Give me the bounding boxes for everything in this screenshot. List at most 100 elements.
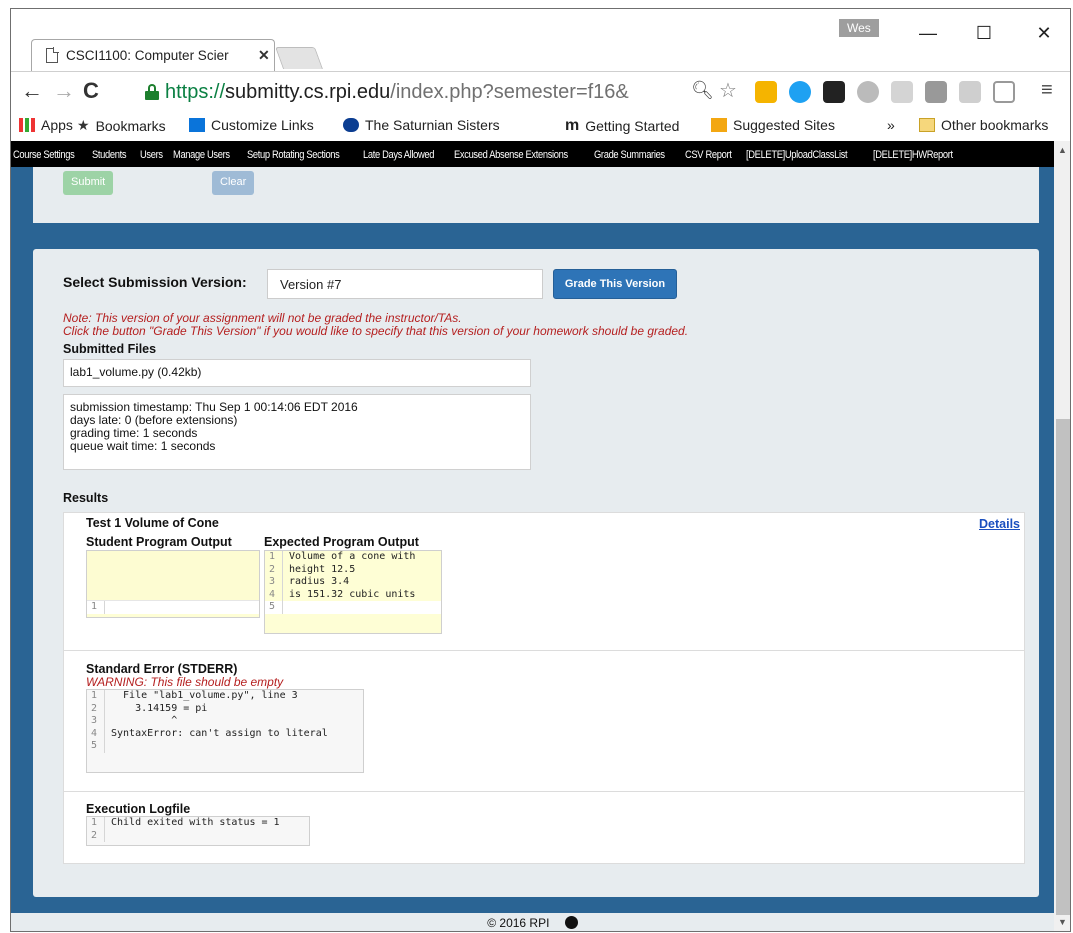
submit-button[interactable]: Submit bbox=[63, 171, 114, 195]
url-path: /index.php?semester=f16& bbox=[390, 80, 629, 103]
tab-close-icon[interactable]: ✕ bbox=[258, 47, 270, 64]
nav-setup-rotating-sections[interactable]: Setup Rotating Sections bbox=[247, 149, 340, 161]
nav-csv-report[interactable]: CSV Report bbox=[685, 149, 732, 161]
bookmark-star-icon[interactable]: ☆ bbox=[719, 78, 737, 103]
title-bar: CSCI1100: Computer Scier ✕ Wes — ☐ ✕ bbox=[11, 9, 1070, 71]
stderr-title: Standard Error (STDERR) bbox=[86, 662, 238, 676]
extension-icon[interactable] bbox=[925, 81, 947, 103]
nav-users[interactable]: Users bbox=[140, 149, 163, 161]
results-title: Results bbox=[63, 491, 109, 505]
page-icon bbox=[46, 48, 58, 63]
apps-grid-icon bbox=[19, 118, 35, 132]
line-number: 3 bbox=[265, 576, 283, 589]
nav-course-settings[interactable]: Course Settings bbox=[13, 149, 75, 161]
menu-icon[interactable]: ≡ bbox=[1041, 79, 1053, 102]
code-line: 1 bbox=[87, 601, 259, 614]
grading-panel-top: Submit Clear bbox=[33, 167, 1039, 223]
student-output-title: Student Program Output bbox=[86, 535, 232, 549]
bookmark-customize-links[interactable]: Customize Links bbox=[189, 117, 314, 133]
scrollbar-thumb[interactable] bbox=[1056, 419, 1070, 915]
bookmark-label: Customize Links bbox=[211, 117, 314, 133]
grade-this-version-button[interactable]: Grade This Version bbox=[553, 269, 677, 299]
line-number: 2 bbox=[87, 702, 105, 715]
amazon-icon[interactable] bbox=[823, 81, 845, 103]
submission-details: submission timestamp: Thu Sep 1 00:14:06… bbox=[63, 394, 531, 470]
code-line: 1 Volume of a cone with bbox=[265, 551, 441, 564]
windows-icon bbox=[189, 118, 205, 132]
extension-icon[interactable] bbox=[891, 81, 913, 103]
bing-icon bbox=[711, 118, 727, 132]
lock-icon bbox=[145, 84, 159, 100]
details-link[interactable]: Details bbox=[979, 517, 1020, 531]
profile-badge[interactable]: Wes bbox=[839, 19, 879, 37]
minimize-button[interactable]: — bbox=[913, 23, 943, 44]
scroll-down-arrow-icon[interactable]: ▼ bbox=[1058, 917, 1067, 927]
forward-arrow-icon[interactable]: → bbox=[53, 78, 75, 104]
browser-tab[interactable]: CSCI1100: Computer Scier ✕ bbox=[31, 39, 275, 71]
tab-title: CSCI1100: Computer Scier bbox=[66, 48, 229, 63]
github-icon[interactable] bbox=[564, 916, 578, 929]
test-title: Test 1 Volume of Cone bbox=[86, 516, 219, 530]
zoom-icon[interactable]: 🔍︎ bbox=[691, 80, 714, 101]
line-number: 5 bbox=[265, 601, 283, 614]
version-select[interactable] bbox=[267, 269, 543, 299]
select-version-label: Select Submission Version: bbox=[63, 274, 247, 290]
reload-icon[interactable]: C bbox=[83, 78, 99, 104]
vertical-scrollbar[interactable]: ▲ ▼ bbox=[1054, 141, 1070, 931]
line-number: 1 bbox=[87, 601, 105, 614]
address-bar[interactable]: https://submitty.cs.rpi.edu/index.php?se… bbox=[145, 79, 715, 105]
code-line: 1 Child exited with status = 1 bbox=[87, 817, 309, 830]
nav-students[interactable]: Students bbox=[92, 149, 127, 161]
line-content bbox=[283, 601, 289, 614]
line-number: 4 bbox=[265, 588, 283, 601]
cast-icon[interactable] bbox=[993, 81, 1015, 103]
dropbox-icon[interactable] bbox=[959, 81, 981, 103]
lastpass-lock-icon[interactable] bbox=[755, 81, 777, 103]
star-icon: ★ bbox=[77, 117, 90, 133]
bookmark-suggested-sites[interactable]: Suggested Sites bbox=[711, 117, 835, 133]
code-line: 2 bbox=[87, 829, 309, 843]
nav-excused-absense-extensions[interactable]: Excused Absense Extensions bbox=[454, 149, 568, 161]
skype-icon[interactable] bbox=[789, 81, 811, 103]
page-viewport: Course Settings Students Users Manage Us… bbox=[11, 141, 1054, 913]
nav-hw-report[interactable]: [DELETE]HWReport bbox=[873, 149, 953, 161]
bookmark-saturnian-sisters[interactable]: The Saturnian Sisters bbox=[343, 117, 511, 133]
bookmark-bookmarks[interactable]: ★ Bookmarks bbox=[77, 117, 166, 134]
nasa-icon bbox=[343, 118, 359, 132]
version-note: Note: This version of your assignment wi… bbox=[63, 311, 462, 325]
nav-upload-class-list[interactable]: [DELETE]UploadClassList bbox=[746, 149, 848, 161]
code-line: 3 ^ bbox=[87, 715, 363, 728]
new-tab-button[interactable] bbox=[274, 47, 324, 69]
back-arrow-icon[interactable]: ← bbox=[21, 78, 43, 104]
copyright-text: © 2016 RPI bbox=[487, 916, 550, 930]
other-bookmarks[interactable]: Other bookmarks bbox=[919, 117, 1048, 133]
line-content: 3.14159 = pi bbox=[111, 702, 208, 714]
url-scheme: https:// bbox=[165, 80, 226, 103]
line-content: SyntaxError: can't assign to literal bbox=[111, 727, 328, 739]
nav-manage-users[interactable]: Manage Users bbox=[173, 149, 230, 161]
line-number: 2 bbox=[265, 563, 283, 576]
maximize-button[interactable]: ☐ bbox=[969, 23, 999, 44]
line-number: 5 bbox=[87, 740, 105, 753]
scroll-up-arrow-icon[interactable]: ▲ bbox=[1058, 145, 1067, 155]
bookmark-apps[interactable]: Apps bbox=[19, 117, 73, 133]
line-number: 1 bbox=[87, 690, 105, 703]
line-content: Volume of a cone with bbox=[289, 551, 416, 562]
extension-icon[interactable] bbox=[857, 81, 879, 103]
nav-late-days-allowed[interactable]: Late Days Allowed bbox=[363, 149, 434, 161]
clear-button[interactable]: Clear bbox=[212, 171, 255, 195]
divider bbox=[64, 791, 1024, 792]
bookmark-getting-started[interactable]: m Getting Started bbox=[565, 117, 679, 135]
queue-wait-time: queue wait time: 1 seconds bbox=[70, 439, 216, 453]
code-line: 5 bbox=[87, 740, 363, 753]
code-line: 3 radius 3.4 bbox=[265, 576, 441, 589]
line-content bbox=[105, 830, 111, 843]
close-window-button[interactable]: ✕ bbox=[1029, 23, 1059, 44]
line-number: 2 bbox=[87, 829, 105, 842]
code-line: 4 SyntaxError: can't assign to literal bbox=[87, 727, 363, 740]
nav-grade-summaries[interactable]: Grade Summaries bbox=[594, 149, 665, 161]
line-content: File "lab1_volume.py", line 3 bbox=[111, 690, 298, 701]
page-footer: © 2016 RPI bbox=[11, 913, 1054, 931]
submitted-files-title: Submitted Files bbox=[63, 342, 157, 356]
bookmarks-overflow-button[interactable]: » bbox=[887, 117, 895, 133]
